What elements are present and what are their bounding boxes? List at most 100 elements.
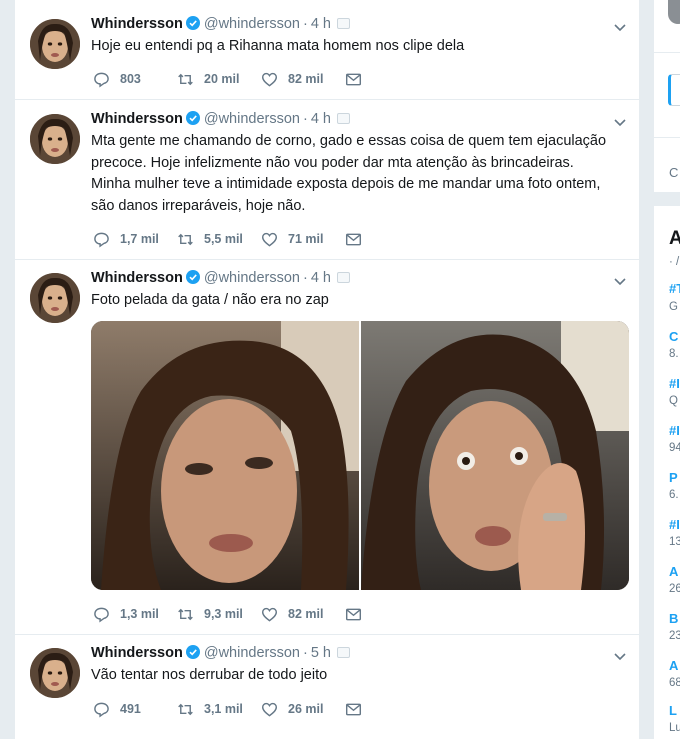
trend-item-name[interactable]: L [669, 703, 680, 718]
envelope-icon [345, 233, 362, 245]
tweet-photo-2[interactable] [361, 321, 629, 590]
handle[interactable]: @whindersson [204, 111, 300, 127]
trend-item-count: G [669, 301, 678, 313]
avatar[interactable] [30, 273, 80, 323]
avatar[interactable] [30, 648, 80, 698]
avatar[interactable] [30, 114, 80, 164]
direct-message-button[interactable] [345, 71, 372, 88]
divider [654, 52, 680, 53]
retweet-icon [178, 233, 193, 245]
timestamp[interactable]: 5 h [311, 645, 331, 661]
reply-count: 803 [120, 72, 141, 86]
handle[interactable]: @whindersson [204, 270, 300, 286]
retweet-count: 5,5 mil [204, 232, 243, 246]
verified-icon [185, 270, 200, 284]
like-button[interactable]: 82 mil [261, 606, 345, 623]
like-button[interactable]: 71 mil [261, 231, 345, 248]
retweet-icon [178, 703, 193, 715]
tweet-text: Hoje eu entendi pq a Rihanna mata homem … [91, 38, 465, 54]
like-count: 82 mil [288, 607, 324, 621]
card-button[interactable] [668, 74, 680, 106]
trend-item-name[interactable]: A [669, 564, 680, 579]
timestamp[interactable]: 4 h [311, 111, 331, 127]
retweet-button[interactable]: 20 mil [177, 71, 261, 88]
reply-button[interactable]: 1,3 mil [93, 606, 177, 623]
heart-icon [261, 232, 278, 247]
like-button[interactable]: 26 mil [261, 701, 345, 718]
handle[interactable]: @whindersson [204, 645, 300, 661]
trend-item-count: 26 [669, 583, 680, 595]
retweet-button[interactable]: 3,1 mil [177, 701, 261, 718]
retweet-button[interactable]: 5,5 mil [177, 231, 261, 248]
retweet-count: 9,3 mil [204, 607, 243, 621]
like-button[interactable]: 82 mil [261, 71, 345, 88]
trend-item-count: Lu [669, 722, 680, 734]
reply-button[interactable]: 803 [93, 71, 177, 88]
card-link[interactable]: C [669, 165, 680, 180]
verified-icon [185, 16, 200, 30]
who-to-follow-card: C [654, 0, 680, 192]
tweet-header: Whindersson @whindersson · 4 h [91, 270, 350, 290]
chevron-down-icon[interactable] [613, 115, 627, 129]
translate-icon[interactable] [337, 272, 350, 283]
trends-change[interactable]: · / [669, 256, 680, 268]
reply-button[interactable]: 491 [93, 701, 177, 718]
twitter-page: Whindersson @whindersson · 4 h Hoje eu ente… [0, 0, 680, 739]
retweet-count: 3,1 mil [204, 702, 243, 716]
trend-item-name[interactable]: #I [669, 517, 680, 532]
trend-item-name[interactable]: #T [669, 281, 680, 296]
trend-item-name[interactable]: #I [669, 376, 680, 391]
tweet-media [91, 321, 629, 590]
trend-item-name[interactable]: P [669, 470, 680, 485]
divider [654, 137, 680, 138]
verified-icon [185, 645, 200, 659]
direct-message-button[interactable] [345, 231, 372, 248]
display-name[interactable]: Whindersson [91, 645, 183, 661]
retweet-icon [178, 73, 193, 85]
trend-item-count: 68 [669, 677, 680, 689]
like-count: 82 mil [288, 72, 324, 86]
chevron-down-icon[interactable] [613, 649, 627, 663]
trend-item-count: 8. [669, 348, 679, 360]
tweet-header: Whindersson @whindersson · 4 h [91, 16, 350, 36]
reply-button[interactable]: 1,7 mil [93, 231, 177, 248]
chevron-down-icon[interactable] [613, 20, 627, 34]
translate-icon[interactable] [337, 113, 350, 124]
tweet[interactable]: Whindersson @whindersson · 5 h Vão tentar n… [15, 635, 639, 739]
trend-item-name[interactable]: B [669, 611, 680, 626]
profile-timeline: Whindersson @whindersson · 4 h Hoje eu ente… [14, 0, 640, 739]
tweet[interactable]: Whindersson @whindersson · 4 h Hoje eu ente… [15, 0, 639, 100]
display-name[interactable]: Whindersson [91, 111, 183, 127]
trend-item-name[interactable]: A [669, 658, 680, 673]
trend-item-name[interactable]: #I [669, 423, 680, 438]
reply-icon [94, 607, 109, 622]
direct-message-button[interactable] [345, 701, 372, 718]
avatar[interactable] [30, 19, 80, 69]
tweet[interactable]: Whindersson @whindersson · 4 h Mta gente me… [15, 100, 639, 260]
trend-item-name[interactable]: C [669, 329, 680, 344]
reply-count: 1,7 mil [120, 232, 159, 246]
tweet-actions: 1,3 mil 9,3 mil 82 mil [93, 605, 372, 623]
trends-card: A · / #T G C 8. #I Q #I 94 P 6. #I 13 A … [654, 206, 680, 739]
tweet-header: Whindersson @whindersson · 4 h [91, 111, 350, 131]
trend-item-count: 23 [669, 630, 680, 642]
tweet-actions: 1,7 mil 5,5 mil 71 mil [93, 230, 372, 248]
timestamp[interactable]: 4 h [311, 16, 331, 32]
like-count: 71 mil [288, 232, 324, 246]
timestamp[interactable]: 4 h [311, 270, 331, 286]
display-name[interactable]: Whindersson [91, 270, 183, 286]
chevron-down-icon[interactable] [613, 274, 627, 288]
trend-item-count: Q [669, 395, 678, 407]
translate-icon[interactable] [337, 647, 350, 658]
tweet-text: Vão tentar nos derrubar de todo jeito [91, 667, 328, 683]
envelope-icon [345, 703, 362, 715]
handle[interactable]: @whindersson [204, 16, 300, 32]
avatar[interactable] [668, 0, 680, 24]
tweet-photo-1[interactable] [91, 321, 359, 590]
right-sidebar: C A · / #T G C 8. #I Q #I 94 P 6. #I 13 … [654, 0, 680, 739]
translate-icon[interactable] [337, 18, 350, 29]
direct-message-button[interactable] [345, 606, 372, 623]
retweet-button[interactable]: 9,3 mil [177, 606, 261, 623]
envelope-icon [345, 608, 362, 620]
display-name[interactable]: Whindersson [91, 16, 183, 32]
